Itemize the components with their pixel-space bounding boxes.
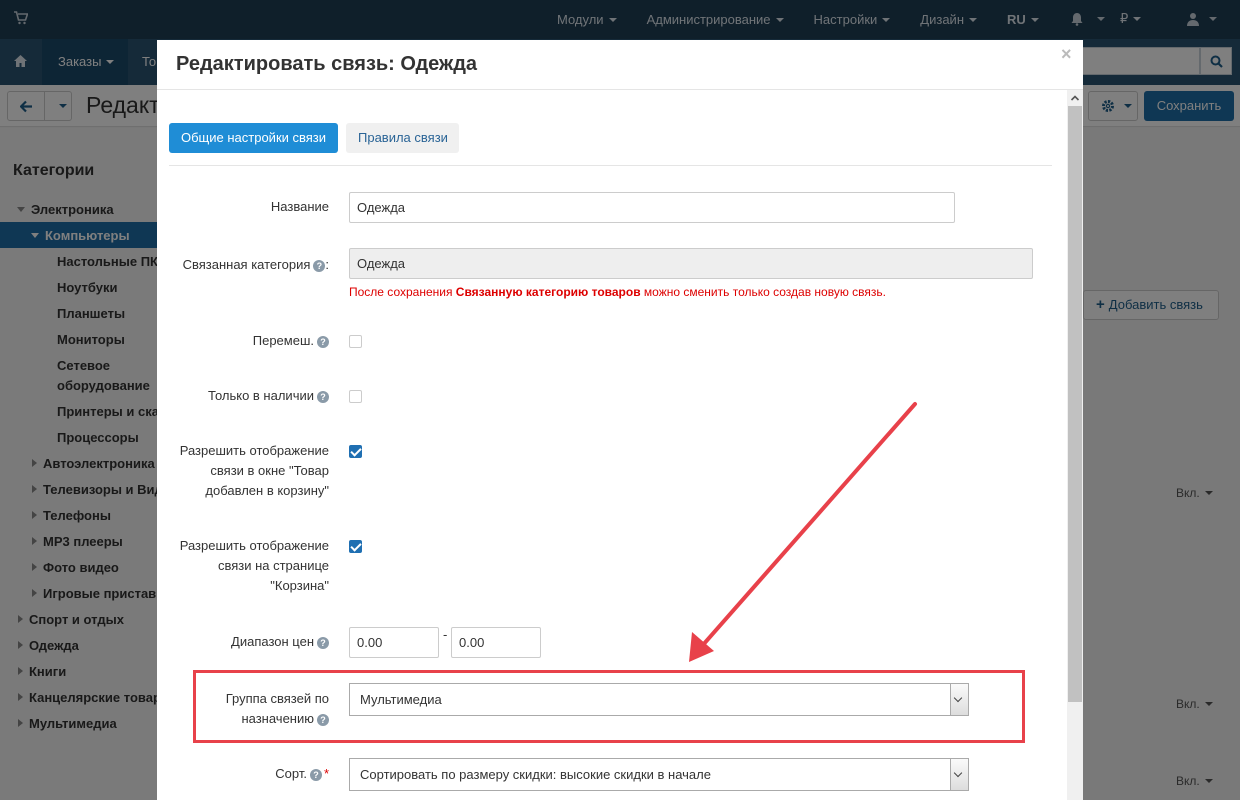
tab-divider xyxy=(169,165,1052,166)
required-asterisk: * xyxy=(323,766,329,781)
linked-category-input: Одежда xyxy=(349,248,1033,279)
cart-page-label: Разрешить отображение связи на странице … xyxy=(179,538,329,593)
shuffle-label: Перемеш.? xyxy=(169,331,329,351)
help-icon[interactable]: ? xyxy=(317,336,329,348)
price-to-input[interactable]: 0.00 xyxy=(451,627,541,658)
cart-window-label: Разрешить отображение связи в окне "Това… xyxy=(179,443,329,498)
linked-category-label: Связанная категория?: xyxy=(182,257,329,272)
scroll-up-arrow-icon[interactable] xyxy=(1067,90,1083,106)
tab-general-settings[interactable]: Общие настройки связи xyxy=(169,123,338,153)
sort-label: Сорт.? * xyxy=(275,766,329,781)
price-from-input[interactable]: 0.00 xyxy=(349,627,439,658)
category-note: После сохранения Связанную категорию тов… xyxy=(349,285,887,299)
sort-select[interactable]: Сортировать по размеру скидки: высокие с… xyxy=(349,758,969,791)
chevron-down-icon xyxy=(950,759,968,790)
modal-header: Редактировать связь: Одежда × xyxy=(157,40,1083,90)
price-range-label: Диапазон цен? xyxy=(169,632,329,652)
in-stock-label: Только в наличии? xyxy=(169,386,329,406)
annotation-highlight-box xyxy=(193,670,1025,743)
cart-page-checkbox[interactable] xyxy=(349,540,362,553)
help-icon[interactable]: ? xyxy=(313,260,326,272)
close-icon[interactable]: × xyxy=(1061,44,1072,65)
help-icon[interactable]: ? xyxy=(309,769,322,781)
help-icon[interactable]: ? xyxy=(317,637,329,649)
tab-link-rules[interactable]: Правила связи xyxy=(346,123,459,153)
modal-title: Редактировать связь: Одежда xyxy=(176,53,478,75)
scrollbar-thumb[interactable] xyxy=(1068,106,1082,702)
name-label: Название xyxy=(270,199,329,214)
help-icon[interactable]: ? xyxy=(317,391,329,403)
shuffle-checkbox[interactable] xyxy=(349,335,362,348)
in-stock-checkbox[interactable] xyxy=(349,390,362,403)
name-input[interactable]: Одежда xyxy=(349,192,955,223)
cart-window-checkbox[interactable] xyxy=(349,445,362,458)
price-range-dash: - xyxy=(443,627,448,642)
